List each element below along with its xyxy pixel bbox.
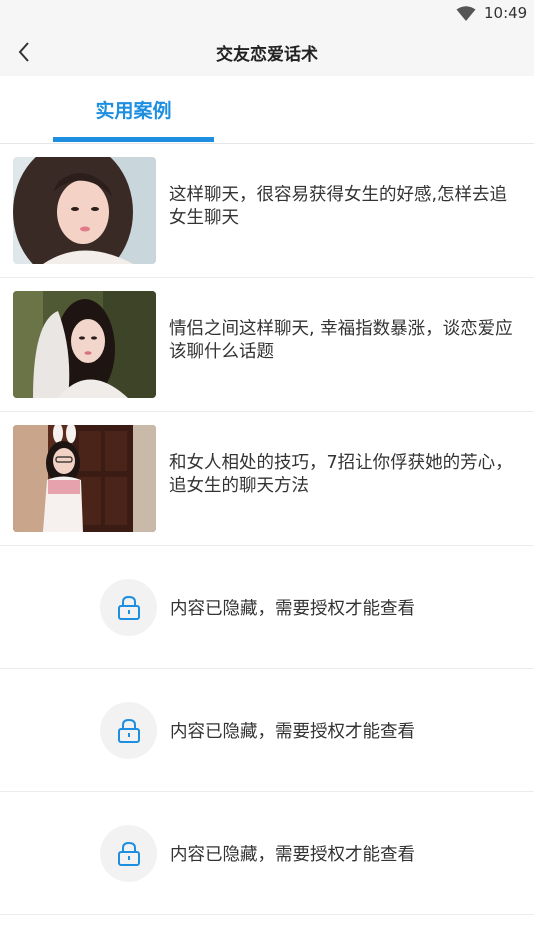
page-title: 交友恋爱话术 [216, 45, 318, 65]
lock-icon [117, 718, 140, 743]
status-time: 10:49 [484, 4, 528, 22]
tab-indicator [53, 137, 214, 142]
article-thumbnail [13, 291, 156, 398]
locked-label: 内容已隐藏，需要授权才能查看 [170, 599, 415, 619]
wifi-icon [456, 6, 476, 21]
locked-label: 内容已隐藏，需要授权才能查看 [170, 722, 415, 742]
article-title: 和女人相处的技巧，7招让你俘获她的芳心，追女生的聊天方法 [169, 453, 513, 496]
lock-badge [100, 702, 157, 759]
tab-label: 实用案例 [95, 100, 172, 122]
tab-bar: 实用案例 [0, 76, 534, 144]
list-item[interactable]: 情侣之间这样聊天, 幸福指数暴涨，谈恋爱应该聊什么话题 [0, 278, 534, 412]
status-bar: 10:49 [0, 0, 534, 28]
app-bar: 交友恋爱话术 [0, 28, 534, 76]
article-thumbnail [13, 157, 156, 264]
locked-item[interactable]: 内容已隐藏，需要授权才能查看 [0, 669, 534, 792]
list-item[interactable]: 和女人相处的技巧，7招让你俘获她的芳心，追女生的聊天方法 [0, 412, 534, 546]
locked-item[interactable]: 内容已隐藏，需要授权才能查看 [0, 792, 534, 915]
lock-badge [100, 579, 157, 636]
article-thumbnail [13, 425, 156, 532]
lock-icon [117, 841, 140, 866]
list-item[interactable]: 这样聊天，很容易获得女生的好感,怎样去追女生聊天 [0, 144, 534, 278]
tab-practical-cases[interactable]: 实用案例 [53, 76, 214, 144]
lock-badge [100, 825, 157, 882]
article-title: 这样聊天，很容易获得女生的好感,怎样去追女生聊天 [169, 185, 508, 228]
lock-icon [117, 595, 140, 620]
locked-item[interactable]: 内容已隐藏，需要授权才能查看 [0, 546, 534, 669]
article-title: 情侣之间这样聊天, 幸福指数暴涨，谈恋爱应该聊什么话题 [169, 319, 513, 362]
locked-label: 内容已隐藏，需要授权才能查看 [170, 845, 415, 865]
article-list: 这样聊天，很容易获得女生的好感,怎样去追女生聊天 情侣之间这样聊天, 幸福指数暴… [0, 144, 534, 915]
